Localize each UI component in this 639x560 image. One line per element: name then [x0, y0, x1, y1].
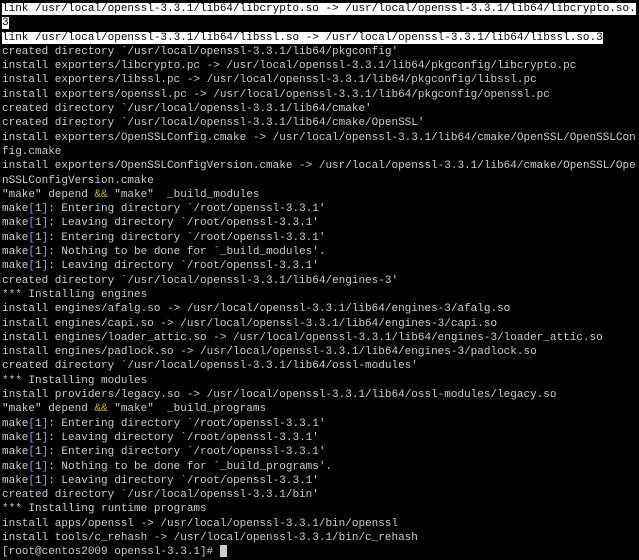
- terminal-line: link /usr/local/openssl-3.3.1/lib64/libc…: [2, 2, 637, 31]
- terminal-line: created directory `/usr/local/openssl-3.…: [2, 102, 637, 116]
- terminal-line: make[1]: Nothing to be done for `_build_…: [2, 245, 637, 259]
- terminal-output: link /usr/local/openssl-3.3.1/lib64/libc…: [2, 2, 637, 560]
- terminal-line: install engines/loader_attic.so -> /usr/…: [2, 331, 637, 345]
- terminal-line: created directory `/usr/local/openssl-3.…: [2, 116, 637, 130]
- terminal-line: "make" depend && "make" _build_modules: [2, 188, 637, 202]
- terminal-line: "make" depend && "make" _build_programs: [2, 402, 637, 416]
- terminal-line: install engines/padlock.so -> /usr/local…: [2, 345, 637, 359]
- terminal-line: created directory `/usr/local/openssl-3.…: [2, 274, 637, 288]
- terminal-line: install exporters/libssl.pc -> /usr/loca…: [2, 73, 637, 87]
- prompt-text: [root@centos2009 openssl-3.3.1]#: [2, 546, 220, 558]
- terminal-line: make[1]: Entering directory `/root/opens…: [2, 202, 637, 216]
- terminal-line: created directory `/usr/local/openssl-3.…: [2, 359, 637, 373]
- terminal-line: install exporters/libcrypto.pc -> /usr/l…: [2, 59, 637, 73]
- terminal-line: make[1]: Leaving directory `/root/openss…: [2, 216, 637, 230]
- terminal-line: *** Installing engines: [2, 288, 637, 302]
- terminal-line: make[1]: Entering directory `/root/opens…: [2, 417, 637, 431]
- terminal-line: install providers/legacy.so -> /usr/loca…: [2, 388, 637, 402]
- terminal-line: install engines/afalg.so -> /usr/local/o…: [2, 302, 637, 316]
- terminal-line: make[1]: Entering directory `/root/opens…: [2, 445, 637, 459]
- terminal-line: make[1]: Leaving directory `/root/openss…: [2, 259, 637, 273]
- terminal-line: install exporters/OpenSSLConfigVersion.c…: [2, 159, 637, 188]
- terminal-line: make[1]: Leaving directory `/root/openss…: [2, 431, 637, 445]
- terminal-line: created directory `/usr/local/openssl-3.…: [2, 488, 637, 502]
- terminal-line: install apps/openssl -> /usr/local/opens…: [2, 517, 637, 531]
- terminal-line: make[1]: Leaving directory `/root/openss…: [2, 474, 637, 488]
- terminal-line: install exporters/OpenSSLConfig.cmake ->…: [2, 131, 637, 160]
- terminal-line: install engines/capi.so -> /usr/local/op…: [2, 317, 637, 331]
- cursor: [220, 545, 227, 557]
- shell-prompt[interactable]: [root@centos2009 openssl-3.3.1]#: [2, 545, 637, 559]
- terminal-line: make[1]: Nothing to be done for `_build_…: [2, 460, 637, 474]
- terminal-line: make[1]: Entering directory `/root/opens…: [2, 231, 637, 245]
- terminal-line: *** Installing runtime programs: [2, 502, 637, 516]
- terminal-line: install tools/c_rehash -> /usr/local/ope…: [2, 531, 637, 545]
- terminal-line: *** Installing modules: [2, 374, 637, 388]
- terminal-line: created directory `/usr/local/openssl-3.…: [2, 45, 637, 59]
- terminal-line: link /usr/local/openssl-3.3.1/lib64/libs…: [2, 31, 637, 45]
- terminal-line: install exporters/openssl.pc -> /usr/loc…: [2, 88, 637, 102]
